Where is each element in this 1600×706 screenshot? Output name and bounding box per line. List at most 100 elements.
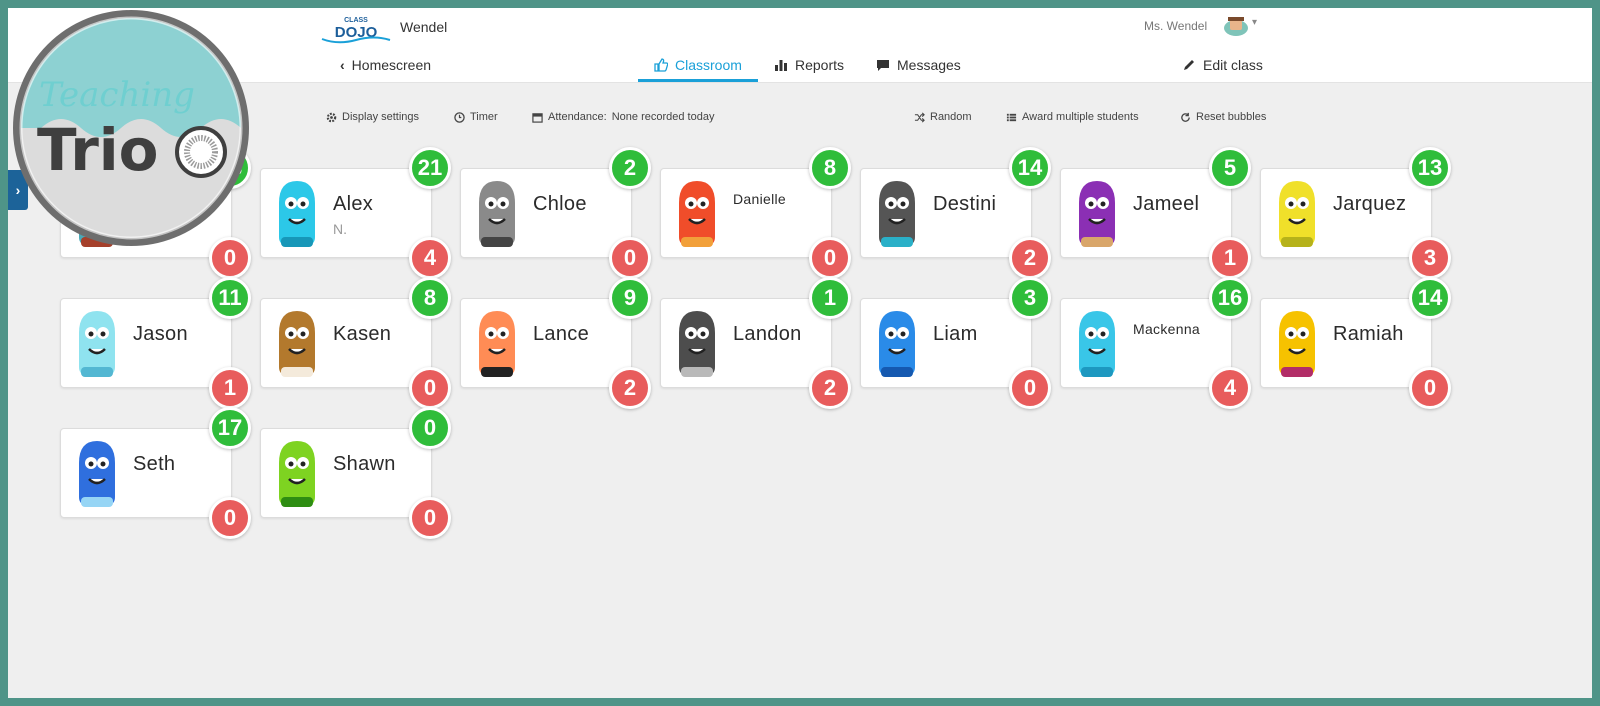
positive-points-bubble[interactable]: 0 xyxy=(409,407,451,449)
positive-points-bubble[interactable]: 9 xyxy=(609,277,651,319)
teaching-trio-logo-overlay: Teaching Trio xyxy=(13,10,249,246)
positive-points-bubble[interactable]: 14 xyxy=(1009,147,1051,189)
timer-label: Timer xyxy=(470,111,498,123)
negative-points-bubble[interactable]: 0 xyxy=(609,237,651,279)
bar-chart-icon xyxy=(775,60,787,71)
teacher-name[interactable]: Ms. Wendel xyxy=(1144,19,1207,33)
attendance-label: Attendance: xyxy=(548,111,607,123)
student-card[interactable]: Alex N. 21 4 xyxy=(260,147,451,279)
student-card[interactable]: Danielle 8 0 xyxy=(660,147,851,279)
active-tab-indicator xyxy=(638,79,758,82)
classdojo-logo[interactable]: CLASS DOJO xyxy=(318,12,394,44)
positive-points-bubble[interactable]: 2 xyxy=(609,147,651,189)
attendance-value: None recorded today xyxy=(611,111,715,123)
student-card[interactable]: Mackenna 16 4 xyxy=(1060,277,1251,409)
positive-points-bubble[interactable]: 16 xyxy=(1209,277,1251,319)
student-card[interactable]: Seth 17 0 xyxy=(60,407,251,539)
tab-messages[interactable]: Messages xyxy=(876,57,961,73)
positive-points-bubble[interactable]: 17 xyxy=(209,407,251,449)
student-card[interactable]: Jameel 5 1 xyxy=(1060,147,1251,279)
award-multiple-button[interactable]: Award multiple students xyxy=(1006,111,1139,123)
negative-points-bubble[interactable]: 0 xyxy=(409,497,451,539)
app-frame: CLASS DOJO Wendel Ms. Wendel ▾ ‹ Homescr… xyxy=(8,8,1592,698)
reset-bubbles-button[interactable]: Reset bubbles xyxy=(1180,111,1266,123)
tab-messages-label: Messages xyxy=(897,57,961,73)
fluffy-cyan-monster-avatar xyxy=(1079,311,1115,377)
tab-classroom[interactable]: Classroom xyxy=(654,57,742,73)
list-icon xyxy=(1006,113,1017,121)
negative-points-bubble[interactable]: 0 xyxy=(1409,367,1451,409)
hamster-monster-avatar xyxy=(279,311,315,377)
student-name: Ramiah xyxy=(1333,323,1404,345)
purple-monster-avatar xyxy=(1079,181,1115,247)
chat-bubble-icon xyxy=(877,60,889,71)
homescreen-label: Homescreen xyxy=(351,57,432,73)
chevron-down-icon[interactable]: ▾ xyxy=(1252,17,1257,28)
student-card[interactable]: Landon 1 2 xyxy=(660,277,851,409)
overlay-line1: Teaching xyxy=(39,75,195,115)
student-card[interactable]: Kasen 8 0 xyxy=(260,277,451,409)
homescreen-link[interactable]: ‹ Homescreen xyxy=(340,57,431,73)
class-name: Wendel xyxy=(400,19,448,35)
student-name: Destini xyxy=(933,193,997,215)
attendance-button[interactable]: Attendance: None recorded today xyxy=(532,111,714,123)
student-name: Chloe xyxy=(533,193,587,215)
award-multiple-label: Award multiple students xyxy=(1022,111,1139,123)
light-blue-monster-avatar xyxy=(79,311,115,377)
edit-class-button[interactable]: Edit class xyxy=(1182,57,1263,73)
positive-points-bubble[interactable]: 14 xyxy=(1409,277,1451,319)
positive-points-bubble[interactable]: 8 xyxy=(809,147,851,189)
grey-monster-avatar xyxy=(479,181,515,247)
random-button[interactable]: Random xyxy=(914,111,972,123)
green-monster-avatar xyxy=(279,441,315,507)
negative-points-bubble[interactable]: 3 xyxy=(1409,237,1451,279)
student-last-initial: N. xyxy=(333,221,347,237)
negative-points-bubble[interactable]: 4 xyxy=(1209,367,1251,409)
display-settings-button[interactable]: Display settings xyxy=(326,111,419,123)
negative-points-bubble[interactable]: 1 xyxy=(209,367,251,409)
negative-points-bubble[interactable]: 0 xyxy=(1009,367,1051,409)
student-card[interactable]: Lance 9 2 xyxy=(460,277,651,409)
positive-points-bubble[interactable]: 3 xyxy=(1009,277,1051,319)
yellow-monster-avatar xyxy=(1279,181,1315,247)
positive-points-bubble[interactable]: 13 xyxy=(1409,147,1451,189)
student-name: Alex xyxy=(333,193,374,215)
negative-points-bubble[interactable]: 2 xyxy=(809,367,851,409)
negative-points-bubble[interactable]: 0 xyxy=(809,237,851,279)
shuffle-icon xyxy=(914,112,925,122)
student-name: Shawn xyxy=(333,453,396,475)
student-card[interactable]: Shawn 0 0 xyxy=(260,407,451,539)
royal-blue-monster-avatar xyxy=(79,441,115,507)
student-card[interactable]: Liam 3 0 xyxy=(860,277,1051,409)
blue-monster-avatar xyxy=(879,311,915,377)
positive-points-bubble[interactable]: 11 xyxy=(209,277,251,319)
negative-points-bubble[interactable]: 1 xyxy=(1209,237,1251,279)
negative-points-bubble[interactable]: 0 xyxy=(209,497,251,539)
student-card[interactable]: Jason 11 1 xyxy=(60,277,251,409)
positive-points-bubble[interactable]: 5 xyxy=(1209,147,1251,189)
student-card[interactable]: Chloe 2 0 xyxy=(460,147,651,279)
clock-icon xyxy=(454,111,465,123)
positive-points-bubble[interactable]: 1 xyxy=(809,277,851,319)
student-card[interactable]: Jarquez 13 3 xyxy=(1260,147,1451,279)
reset-bubbles-label: Reset bubbles xyxy=(1196,111,1267,123)
student-name: Jameel xyxy=(1133,193,1200,215)
positive-points-bubble[interactable]: 8 xyxy=(409,277,451,319)
tab-reports[interactable]: Reports xyxy=(774,57,844,73)
negative-points-bubble[interactable]: 0 xyxy=(409,367,451,409)
red-monster-avatar xyxy=(679,181,715,247)
tab-classroom-label: Classroom xyxy=(675,57,742,73)
student-card[interactable]: Destini 14 2 xyxy=(860,147,1051,279)
student-name: Seth xyxy=(133,453,176,475)
overlay-line2: Trio xyxy=(37,116,159,184)
calendar-icon xyxy=(532,112,543,123)
student-name: Lance xyxy=(533,323,589,345)
negative-points-bubble[interactable]: 2 xyxy=(1009,237,1051,279)
negative-points-bubble[interactable]: 4 xyxy=(409,237,451,279)
negative-points-bubble[interactable]: 2 xyxy=(609,367,651,409)
teacher-avatar[interactable] xyxy=(1222,14,1250,38)
refresh-icon xyxy=(1181,112,1190,122)
timer-button[interactable]: Timer xyxy=(454,111,498,123)
student-card[interactable]: Ramiah 14 0 xyxy=(1260,277,1451,409)
positive-points-bubble[interactable]: 21 xyxy=(409,147,451,189)
